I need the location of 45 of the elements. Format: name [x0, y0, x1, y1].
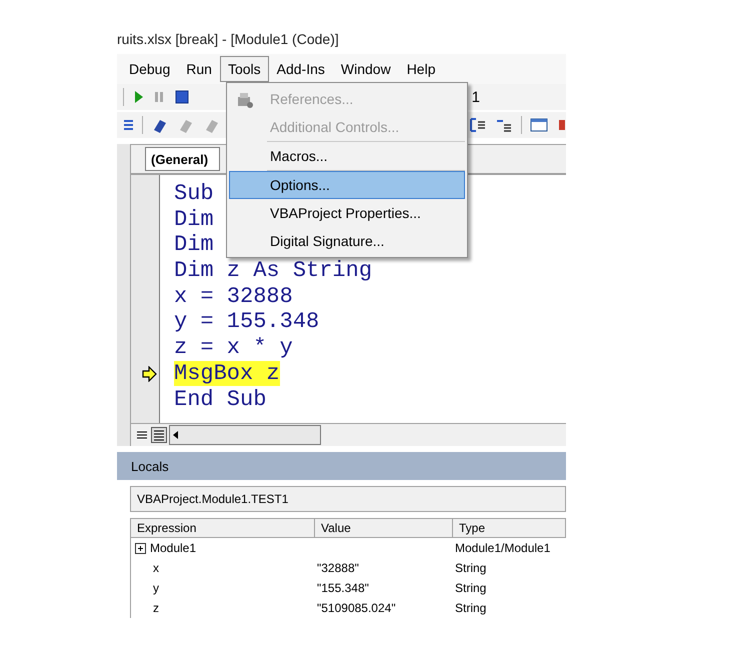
menu-item[interactable]: Digital Signature...	[229, 227, 465, 255]
menu-item[interactable]: Options...	[229, 171, 465, 199]
menu[interactable]: Window	[332, 56, 399, 82]
column-header[interactable]: Type	[453, 519, 566, 538]
table-cell: "5109085.024"	[317, 601, 396, 615]
window-icon[interactable]	[530, 116, 548, 134]
code-line: Dim	[174, 206, 214, 232]
table-cell: String	[455, 561, 486, 575]
code-line: Dim	[174, 232, 214, 258]
pane-title: Locals	[117, 452, 566, 480]
toolbar-text: 1	[472, 88, 480, 106]
code-line: y = 155.348	[174, 309, 320, 334]
column-header[interactable]: Expression	[131, 519, 315, 538]
menu[interactable]: Run	[178, 56, 220, 82]
outdent-icon[interactable]	[469, 116, 487, 134]
stop-icon[interactable]	[174, 89, 190, 105]
table-cell: Module1/Module1	[455, 541, 550, 555]
table-cell: String	[455, 601, 486, 615]
window-title: ruits.xlsx [break] - [Module1 (Code)]	[117, 31, 340, 49]
menu[interactable]: Debug	[121, 56, 178, 82]
table-cell: "32888"	[317, 561, 359, 575]
run-icon[interactable]	[132, 89, 144, 105]
expand-icon[interactable]	[135, 542, 146, 554]
table-cell: x	[153, 561, 159, 575]
column-header[interactable]: Value	[315, 519, 453, 538]
code-line: z = x * y	[174, 335, 293, 360]
menu-item[interactable]: VBAProject Properties...	[229, 199, 465, 227]
code-line: Sub	[174, 181, 214, 206]
menu[interactable]: Help	[398, 56, 444, 82]
table-cell: y	[153, 581, 159, 595]
table-cell: "155.348"	[317, 581, 369, 595]
code-line: x = 32888	[174, 284, 293, 309]
context-field: VBAProject.Module1.TEST1	[130, 486, 566, 512]
table-cell: Module1	[150, 541, 196, 555]
menu[interactable]: Tools	[220, 56, 269, 82]
menu[interactable]: Add-Ins	[268, 56, 333, 82]
table-cell: String	[455, 581, 486, 595]
full-module-view-icon[interactable]	[151, 427, 167, 443]
list-icon[interactable]	[123, 118, 134, 132]
scroll-bar[interactable]	[169, 425, 321, 445]
code-line: End Sub	[174, 386, 266, 412]
object-dropdown[interactable]: (General)	[145, 147, 220, 171]
code-line: Dim z As String	[174, 258, 372, 284]
table-cell: z	[153, 601, 159, 615]
menu-item[interactable]: Macros...	[229, 142, 465, 170]
